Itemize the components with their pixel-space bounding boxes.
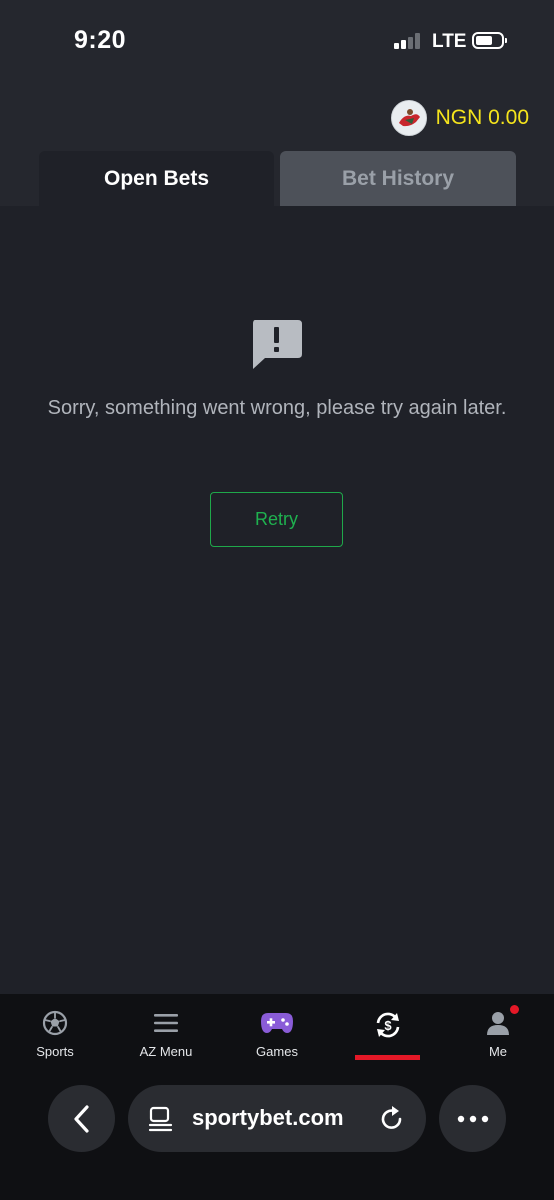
bottom-nav: Sports AZ Menu Games $ Me: [0, 994, 554, 1066]
balance-widget[interactable]: NGN 0.00: [390, 100, 529, 136]
cashout-icon: $: [373, 1012, 403, 1038]
user-icon: [485, 1010, 511, 1036]
active-tab-indicator: [355, 1055, 420, 1060]
balance-amount: NGN 0.00: [435, 106, 529, 129]
nav-item-sports[interactable]: Sports: [20, 994, 90, 1066]
error-message: Sorry, something went wrong, please try …: [47, 397, 507, 419]
gamepad-icon: [260, 1010, 294, 1036]
notification-dot: [510, 1005, 519, 1014]
nav-label-sports: Sports: [36, 1044, 74, 1059]
battery-icon: [472, 32, 507, 49]
cellular-signal-icon: [394, 33, 424, 49]
menu-icon: [153, 1010, 179, 1036]
status-bar: 9:20 LTE: [0, 0, 554, 84]
soccer-ball-icon: [42, 1010, 68, 1036]
chevron-left-icon: [73, 1104, 89, 1133]
url-text: sportybet.com: [192, 1105, 344, 1130]
nav-item-me[interactable]: Me: [463, 994, 533, 1066]
avatar[interactable]: [390, 100, 427, 136]
nav-label-me: Me: [488, 1044, 508, 1059]
tabs-icon[interactable]: [148, 1106, 174, 1132]
more-icon: [457, 1115, 488, 1122]
nav-label-az-menu: AZ Menu: [139, 1044, 193, 1059]
svg-text:$: $: [384, 1018, 392, 1033]
status-time: 9:20: [74, 26, 127, 54]
alert-message-icon: [251, 320, 302, 369]
tab-open-bets[interactable]: Open Bets: [39, 151, 274, 206]
more-options-button[interactable]: [439, 1085, 506, 1152]
network-type: LTE: [432, 31, 467, 52]
nav-label-games: Games: [256, 1044, 298, 1059]
back-button[interactable]: [48, 1085, 115, 1152]
tab-bet-history[interactable]: Bet History: [280, 151, 516, 206]
retry-button[interactable]: Retry: [210, 492, 343, 547]
reload-icon[interactable]: [378, 1105, 406, 1133]
nav-item-games[interactable]: Games: [241, 994, 313, 1066]
nav-item-az-menu[interactable]: AZ Menu: [126, 994, 206, 1066]
address-bar[interactable]: sportybet.com: [128, 1085, 426, 1152]
